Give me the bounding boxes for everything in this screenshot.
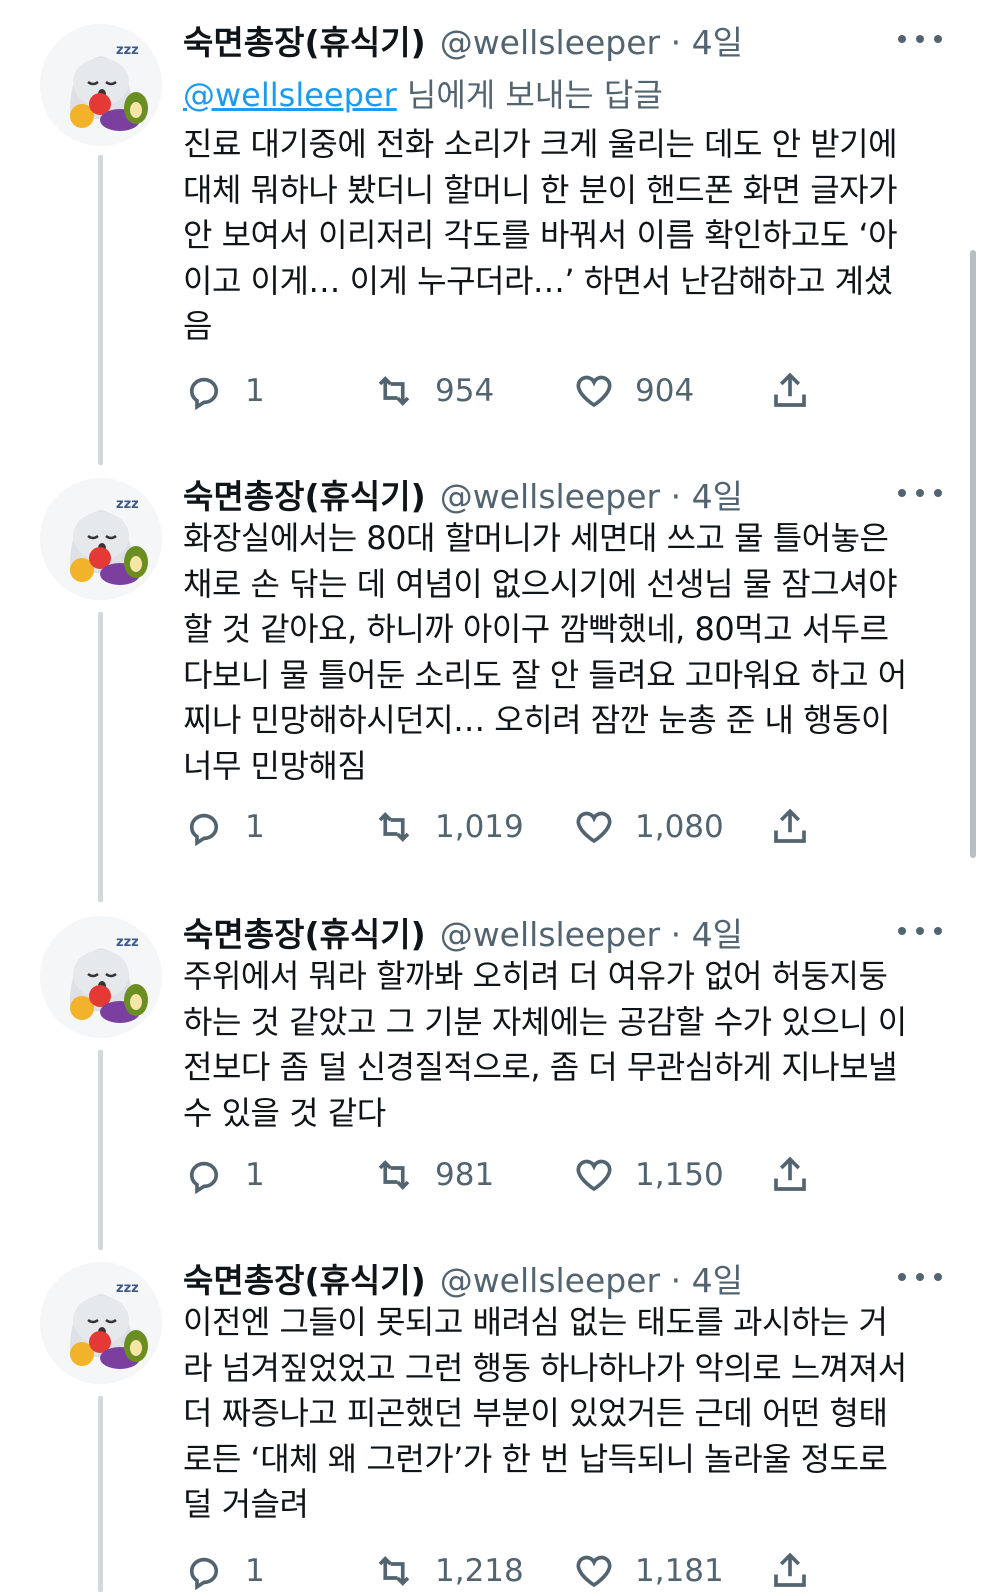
tweet[interactable]: zzz 숙면총장(휴식기) @wellsleeper · 4일 이전엔 그들이 … xyxy=(0,1256,1000,1592)
thread-line xyxy=(98,155,103,465)
retweet-count: 954 xyxy=(435,373,495,409)
display-name[interactable]: 숙면총장(휴식기) xyxy=(183,908,426,956)
like-button[interactable]: 1,150 xyxy=(573,1150,724,1200)
display-name[interactable]: 숙면총장(휴식기) xyxy=(183,470,426,518)
replying-suffix: 님에게 보내는 답글 xyxy=(396,76,663,114)
like-icon xyxy=(576,811,612,844)
avatar[interactable]: zzz xyxy=(40,478,162,600)
tweet-header: 숙면총장(휴식기) @wellsleeper · 4일 xyxy=(183,1256,743,1300)
share-button[interactable] xyxy=(769,802,811,852)
more-icon[interactable] xyxy=(898,916,942,946)
retweet-icon xyxy=(378,812,410,842)
handle-and-time[interactable]: @wellsleeper · 4일 xyxy=(440,1254,743,1302)
avatar-ghost-icon: zzz xyxy=(40,24,162,146)
thread-line xyxy=(98,1396,103,1592)
reply-icon xyxy=(189,377,219,411)
like-button[interactable]: 1,181 xyxy=(573,1546,724,1596)
scrollbar[interactable] xyxy=(970,250,976,858)
retweet-count: 981 xyxy=(435,1157,495,1193)
like-button[interactable]: 1,080 xyxy=(573,802,724,852)
share-icon xyxy=(774,372,806,407)
like-count: 1,181 xyxy=(635,1553,724,1589)
tweet-actions: 1 981 1,150 xyxy=(183,1150,883,1200)
avatar[interactable]: zzz xyxy=(40,916,162,1038)
thread-line xyxy=(98,612,103,902)
more-icon[interactable] xyxy=(898,1262,942,1292)
reply-button[interactable]: 1 xyxy=(183,802,265,852)
like-icon xyxy=(576,1555,612,1588)
retweet-count: 1,019 xyxy=(435,809,524,845)
tweet-text: 주위에서 뭐라 할까봐 오히려 더 여유가 없어 허둥지둥 하는 것 같았고 그… xyxy=(183,957,907,1132)
reply-button[interactable]: 1 xyxy=(183,1150,265,1200)
avatar-ghost-icon: zzz xyxy=(40,1262,162,1384)
share-icon xyxy=(774,1552,806,1587)
tweet-header: 숙면총장(휴식기) @wellsleeper · 4일 xyxy=(183,910,743,954)
tweet-actions: 1 1,019 1,080 xyxy=(183,802,883,852)
share-button[interactable] xyxy=(769,366,811,416)
avatar-ghost-icon: zzz xyxy=(40,916,162,1038)
more-icon[interactable] xyxy=(898,24,942,54)
reply-icon xyxy=(189,1161,219,1195)
tweet-actions: 1 954 904 xyxy=(183,366,883,416)
share-icon xyxy=(774,808,806,843)
tweet-text: 화장실에서는 80대 할머니가 세면대 쓰고 물 틀어놓은 채로 손 닦는 데 … xyxy=(183,519,907,785)
thread-line xyxy=(98,1050,103,1250)
share-icon xyxy=(774,1156,806,1191)
tweet-text: 진료 대기중에 전화 소리가 크게 울리는 데도 안 받기에 대체 뭐하나 봤더… xyxy=(183,125,898,345)
svg-text:zzz: zzz xyxy=(116,935,139,950)
retweet-button[interactable]: 1,019 xyxy=(373,802,524,852)
reply-button[interactable]: 1 xyxy=(183,1546,265,1596)
like-count: 1,150 xyxy=(635,1157,724,1193)
tweet[interactable]: zzz 숙면총장(휴식기) @wellsleeper · 4일 화장실에서는 8… xyxy=(0,472,1000,902)
more-icon[interactable] xyxy=(898,478,942,508)
tweet-actions: 1 1,218 1,181 xyxy=(183,1546,883,1596)
like-count: 1,080 xyxy=(635,809,724,845)
like-count: 904 xyxy=(635,373,695,409)
retweet-icon xyxy=(378,1556,410,1586)
display-name[interactable]: 숙면총장(휴식기) xyxy=(183,1254,426,1302)
reply-count: 1 xyxy=(245,373,265,409)
reply-count: 1 xyxy=(245,1553,265,1589)
reply-icon xyxy=(189,813,219,847)
reply-count: 1 xyxy=(245,809,265,845)
retweet-icon xyxy=(378,1160,410,1190)
handle-and-time[interactable]: @wellsleeper · 4일 xyxy=(440,908,743,956)
retweet-button[interactable]: 954 xyxy=(373,366,494,416)
tweet-text: 이전엔 그들이 못되고 배려심 없는 태도를 과시하는 거 라 넘겨짚었었고 그… xyxy=(183,1303,907,1523)
mention-link[interactable]: @wellsleeper xyxy=(183,76,397,114)
like-icon xyxy=(576,1159,612,1192)
share-button[interactable] xyxy=(769,1150,811,1200)
avatar-ghost-icon: zzz xyxy=(40,478,162,600)
share-button[interactable] xyxy=(769,1546,811,1596)
avatar[interactable]: zzz xyxy=(40,24,162,146)
like-icon xyxy=(576,375,612,408)
reply-icon xyxy=(189,1557,219,1591)
reply-button[interactable]: 1 xyxy=(183,366,265,416)
svg-text:zzz: zzz xyxy=(116,43,139,58)
reply-count: 1 xyxy=(245,1157,265,1193)
retweet-count: 1,218 xyxy=(435,1553,524,1589)
retweet-button[interactable]: 1,218 xyxy=(373,1546,524,1596)
tweet-header: 숙면총장(휴식기) @wellsleeper · 4일 xyxy=(183,472,743,516)
retweet-button[interactable]: 981 xyxy=(373,1150,494,1200)
like-button[interactable]: 904 xyxy=(573,366,694,416)
retweet-icon xyxy=(378,376,410,406)
svg-text:zzz: zzz xyxy=(116,1281,139,1296)
tweet[interactable]: zzz 숙면총장(휴식기) @wellsleeper · 4일 @wellsle… xyxy=(0,0,1000,465)
avatar[interactable]: zzz xyxy=(40,1262,162,1384)
replying-to: @wellsleeper 님에게 보내는 답글 xyxy=(183,70,663,116)
tweet[interactable]: zzz 숙면총장(휴식기) @wellsleeper · 4일 주위에서 뭐라 … xyxy=(0,910,1000,1250)
handle-and-time[interactable]: @wellsleeper · 4일 xyxy=(440,16,743,64)
svg-text:zzz: zzz xyxy=(116,497,139,512)
tweet-header: 숙면총장(휴식기) @wellsleeper · 4일 xyxy=(183,18,743,62)
handle-and-time[interactable]: @wellsleeper · 4일 xyxy=(440,470,743,518)
display-name[interactable]: 숙면총장(휴식기) xyxy=(183,16,426,64)
